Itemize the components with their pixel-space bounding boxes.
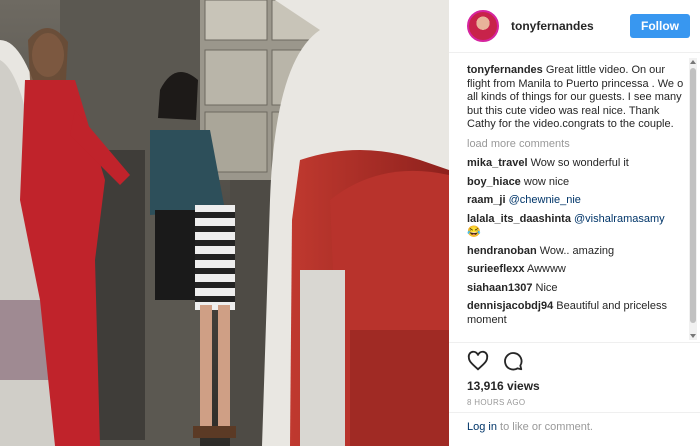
comment-username[interactable]: mika_travel: [467, 157, 528, 169]
comment-username[interactable]: lalala_its_daashinta: [467, 213, 571, 225]
comment-item: lalala_its_daashinta @vishalramasamy 😂: [467, 213, 689, 240]
comment-item: surieeflexx Awwww: [467, 263, 689, 277]
login-prompt-text: to like or comment.: [496, 421, 593, 433]
post-caption: tonyfernandes Great little video. On our…: [467, 64, 689, 132]
comment-username[interactable]: dennisjacobdj94: [467, 300, 553, 312]
post-header: tonyfernandes Follow: [449, 0, 700, 53]
comment-item: dennisjacobdj94 Beautiful and priceless …: [467, 300, 689, 327]
follow-button[interactable]: Follow: [630, 14, 690, 38]
comment-mention-link[interactable]: @chewnie_nie: [509, 194, 581, 206]
scrollbar-thumb[interactable]: [690, 68, 696, 323]
heart-icon[interactable]: [467, 350, 489, 372]
comment-username[interactable]: boy_hiace: [467, 176, 521, 188]
comment-item: mika_travel Wow so wonderful it: [467, 157, 689, 171]
comment-username[interactable]: raam_ji: [467, 194, 506, 206]
comment-username[interactable]: siahaan1307: [467, 282, 532, 294]
comment-text: Awwww: [526, 263, 566, 275]
comments-list: tonyfernandes Great little video. On our…: [467, 64, 689, 340]
header-username[interactable]: tonyfernandes: [511, 19, 630, 33]
comment-text: Wow.. amazing: [539, 244, 615, 257]
striped-skirt: [195, 205, 235, 310]
comments-scrollbar[interactable]: [689, 58, 697, 340]
comment-text: Nice: [535, 281, 558, 294]
login-link[interactable]: Log in: [467, 421, 497, 433]
post-actions: 13,916 views 8 HOURS AGO: [449, 342, 700, 407]
comment-username[interactable]: hendranoban: [467, 245, 537, 257]
comment-text: Wow so wonderful it: [530, 157, 629, 169]
load-more-comments-link[interactable]: load more comments: [467, 138, 689, 152]
post-timestamp: 8 HOURS AGO: [467, 398, 526, 407]
comment-text: wow nice: [523, 175, 570, 188]
caption-username[interactable]: tonyfernandes: [467, 64, 543, 76]
login-prompt: Log in to like or comment.: [449, 412, 700, 441]
comment-icon[interactable]: [502, 350, 524, 372]
cabin-scene: [0, 0, 449, 446]
comment-item: hendranoban Wow.. amazing: [467, 245, 689, 259]
comment-item: raam_ji @chewnie_nie: [467, 194, 689, 208]
laughing-emoji-icon: 😂: [467, 226, 481, 238]
avatar[interactable]: [467, 10, 499, 42]
post-video[interactable]: [0, 0, 449, 446]
scroll-up-arrow-icon[interactable]: [690, 60, 696, 64]
scroll-down-arrow-icon[interactable]: [690, 334, 696, 338]
views-count: 13,916 views: [467, 379, 540, 393]
comment-item: boy_hiace wow nice: [467, 176, 689, 190]
comment-mention-link[interactable]: @vishalramasamy: [574, 213, 665, 225]
post-panel: tonyfernandes Follow tonyfernandes Great…: [449, 0, 700, 446]
comment-username[interactable]: surieeflexx: [467, 263, 524, 275]
comment-item: siahaan1307 Nice: [467, 282, 689, 296]
